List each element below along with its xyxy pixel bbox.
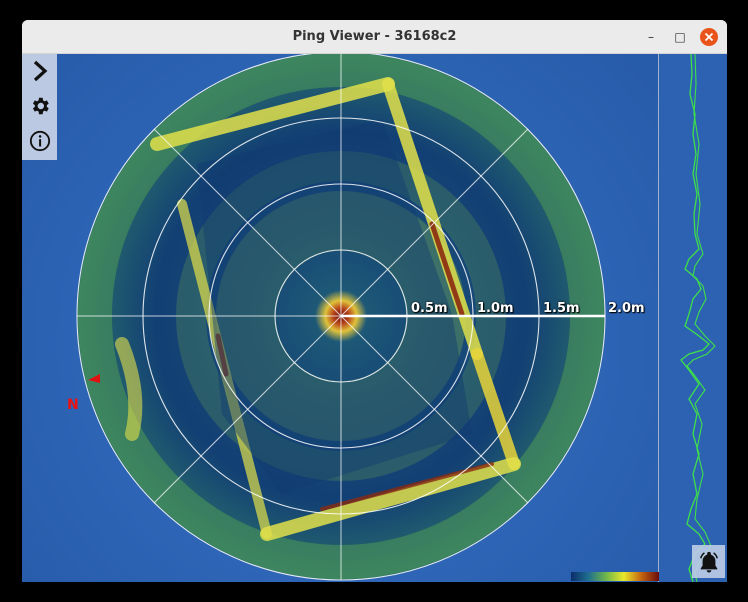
title-bar[interactable]: Ping Viewer - 36168c2 – □ [22, 20, 727, 54]
minimize-icon: – [648, 30, 654, 44]
bell-icon [699, 551, 718, 573]
expand-menu-button[interactable] [22, 54, 57, 88]
range-label-2.0m: 2.0m [608, 301, 645, 316]
sonar-polar-plot[interactable] [22, 54, 658, 582]
echo-profile-trace [680, 54, 716, 582]
alarm-button[interactable] [692, 545, 725, 578]
left-toolbar [22, 54, 57, 160]
intensity-colorbar [571, 572, 659, 581]
range-label-0.5m: 0.5m [411, 301, 448, 316]
settings-button[interactable] [22, 89, 57, 123]
minimize-button[interactable]: – [641, 27, 661, 47]
range-label-1.0m: 1.0m [477, 301, 514, 316]
sonar-view[interactable]: 0.5m 1.0m 1.5m 2.0m N [22, 54, 727, 582]
window-title: Ping Viewer - 36168c2 [292, 29, 457, 44]
chevron-right-icon [33, 60, 47, 82]
info-button[interactable] [22, 124, 57, 158]
app-window: Ping Viewer - 36168c2 – □ 0.5m 1.0m 1.5m… [22, 20, 727, 582]
maximize-icon: □ [674, 30, 686, 44]
depth-profile-panel [658, 54, 727, 582]
north-label: N [67, 397, 79, 413]
gear-icon [32, 97, 49, 115]
close-button[interactable] [699, 27, 719, 47]
close-icon [700, 28, 718, 46]
maximize-button[interactable]: □ [670, 27, 690, 47]
range-label-1.5m: 1.5m [543, 301, 580, 316]
info-icon [29, 130, 50, 152]
